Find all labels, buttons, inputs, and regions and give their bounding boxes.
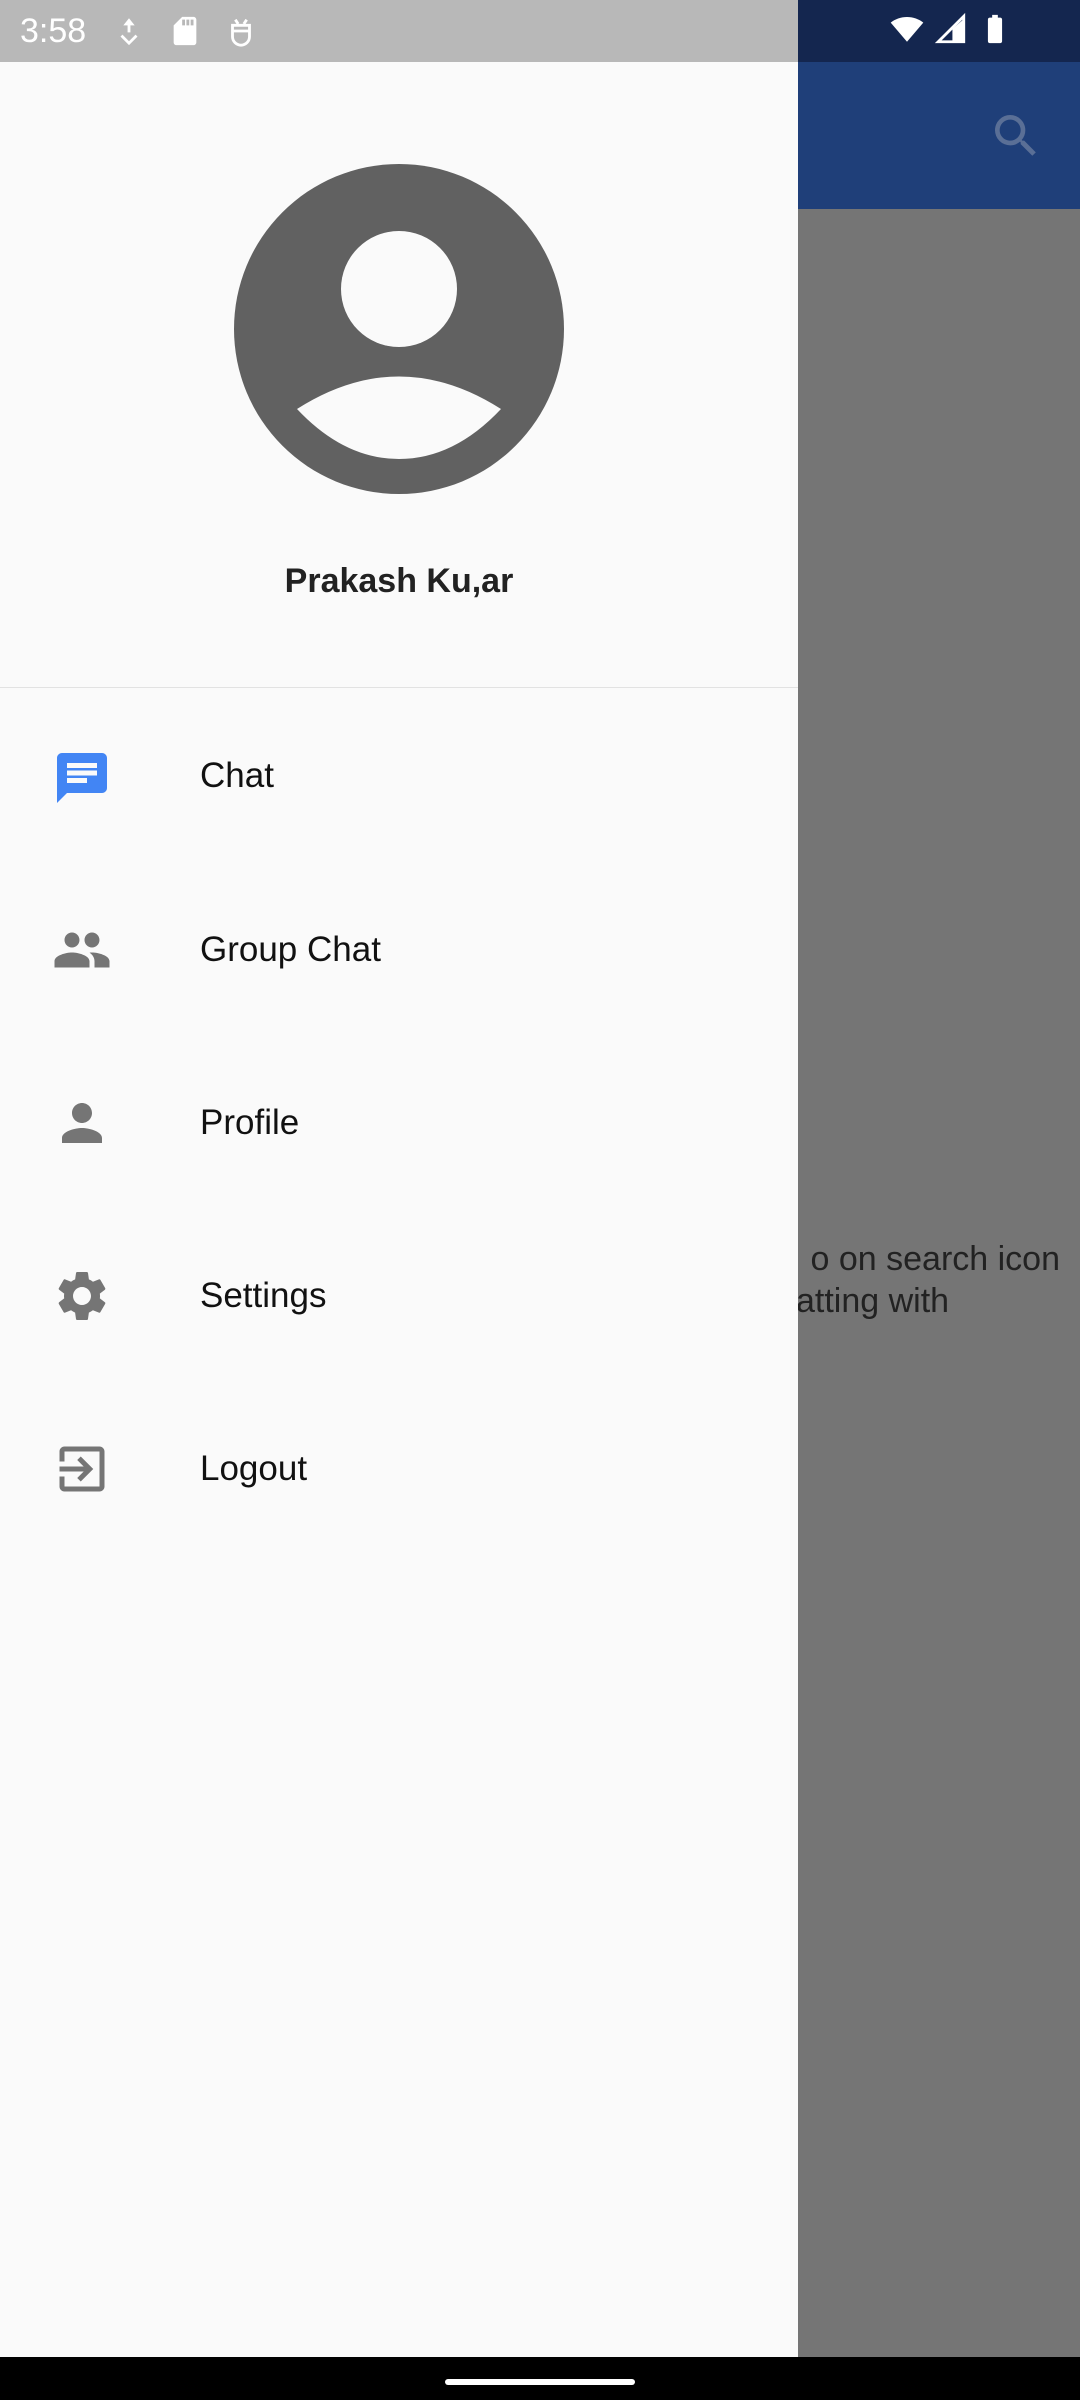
system-nav-bar [0, 2357, 1080, 2400]
drawer-item-label: Chat [200, 756, 274, 795]
drawer-header: Prakash Ku,ar [0, 62, 798, 688]
home-gesture-handle[interactable] [445, 2379, 635, 2385]
drawer-item-group-chat[interactable]: Group Chat [0, 864, 798, 1036]
drawer-item-profile[interactable]: Profile [0, 1037, 798, 1209]
navigation-drawer: Prakash Ku,ar Chat Group Chat Profile Se… [0, 62, 798, 2357]
account-circle-icon[interactable] [234, 164, 564, 494]
drawer-item-label: Group Chat [200, 930, 381, 969]
download-icon [120, 18, 138, 46]
sd-card-icon [173, 16, 197, 46]
group-icon [54, 932, 110, 968]
drawer-item-label: Logout [200, 1449, 308, 1488]
wifi-icon [890, 16, 924, 42]
chat-icon [57, 753, 107, 803]
gear-icon [58, 1272, 106, 1320]
drawer-item-chat[interactable]: Chat [0, 690, 798, 862]
signal-icon [934, 12, 966, 44]
android-debug-icon [231, 18, 251, 47]
logout-icon [59, 1446, 105, 1492]
status-bar: 3:58 [0, 0, 1003, 62]
drawer-item-logout[interactable]: Logout [0, 1383, 798, 1555]
drawer-item-label: Settings [200, 1276, 327, 1315]
drawer-item-settings[interactable]: Settings [0, 1210, 798, 1382]
status-time: 3:58 [20, 12, 87, 50]
drawer-item-label: Profile [200, 1103, 300, 1142]
user-name: Prakash Ku,ar [284, 562, 514, 600]
search-icon[interactable] [988, 108, 1044, 164]
battery-icon [987, 14, 1003, 44]
person-icon [62, 1103, 102, 1143]
